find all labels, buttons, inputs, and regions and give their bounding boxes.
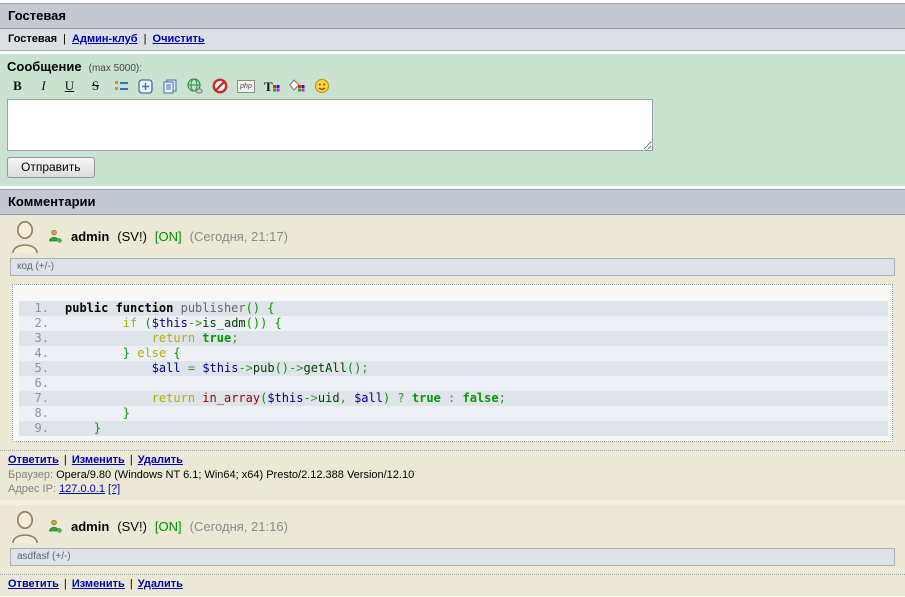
line-number: 9.: [19, 421, 49, 436]
code-line: 6.: [19, 376, 888, 391]
browser-info-row: Браузер: Opera/9.80 (Windows NT 6.1; Win…: [0, 468, 905, 482]
browser-value: Opera/9.80 (Windows NT 6.1; Win64; x64) …: [56, 469, 414, 481]
italic-icon[interactable]: I: [35, 78, 52, 94]
edit-link[interactable]: Изменить: [72, 578, 125, 590]
svg-text:T: T: [264, 79, 273, 94]
code-lines: 1.public function publisher() {2. if ($t…: [19, 301, 888, 436]
reply-link[interactable]: Ответить: [8, 578, 59, 590]
php-icon-label: php: [237, 81, 255, 92]
message-max-hint: (max 5000):: [89, 63, 142, 74]
line-number: 4.: [19, 346, 49, 361]
nav-separator: |: [60, 33, 69, 45]
comment-timestamp: (Сегодня, 21:17): [190, 229, 288, 244]
comment-header: admin (SV!) [ON] (Сегодня, 21:17): [0, 215, 905, 257]
line-number: 5.: [19, 361, 49, 376]
page-title: Гостевая: [0, 3, 905, 29]
code-line: 9. }: [19, 421, 888, 436]
actions-separator: |: [62, 578, 69, 590]
code-line: 5. $all = $this->pub()->getAll();: [19, 361, 888, 376]
send-button[interactable]: Отправить: [7, 157, 95, 178]
delete-link[interactable]: Удалить: [138, 578, 183, 590]
code-line: 1.public function publisher() {: [19, 301, 888, 316]
message-form: Сообщение (max 5000): B I U S: [0, 54, 905, 186]
bold-icon[interactable]: B: [9, 78, 26, 94]
nav-item-guestbook-current: Гостевая: [8, 33, 57, 45]
code-line: 8. }: [19, 406, 888, 421]
line-number: 2.: [19, 316, 49, 331]
reply-link[interactable]: Ответить: [8, 454, 59, 466]
nav-link-clear[interactable]: Очистить: [153, 33, 205, 45]
code-block: 1.public function publisher() {2. if ($t…: [12, 284, 893, 442]
list-icon[interactable]: [113, 79, 129, 93]
underline-icon[interactable]: U: [61, 78, 78, 94]
comment-author: admin: [71, 229, 109, 244]
line-number: 6.: [19, 376, 49, 391]
nav-separator: |: [141, 33, 150, 45]
block-icon[interactable]: [212, 78, 228, 94]
font-color-icon[interactable]: T: [264, 79, 280, 94]
browser-label: Браузер:: [8, 469, 53, 481]
comment-actions: Ответить | Изменить | Удалить: [0, 451, 905, 468]
comment-item: admin (SV!) [ON] (Сегодня, 21:16) asdfas…: [0, 505, 905, 596]
actions-separator: |: [62, 454, 69, 466]
line-number: 3.: [19, 331, 49, 346]
line-number: 8.: [19, 406, 49, 421]
ip-info-row: Адрес IP: 127.0.0.1 [?]: [0, 482, 905, 496]
strikethrough-icon[interactable]: S: [87, 78, 104, 94]
code-line: 7. return in_array($this->uid, $all) ? t…: [19, 391, 888, 406]
code-spoiler-toggle[interactable]: код (+/-): [10, 258, 895, 276]
comment-timestamp: (Сегодня, 21:16): [190, 519, 288, 534]
code-line: 3. return true;: [19, 331, 888, 346]
message-label-row: Сообщение (max 5000):: [7, 59, 898, 74]
comment-author-suffix: (SV!): [117, 519, 147, 534]
line-number: 1.: [19, 301, 49, 316]
online-status-badge: [ON]: [155, 519, 182, 534]
link-globe-icon[interactable]: [187, 78, 203, 94]
nav-link-admin-club[interactable]: Админ-клуб: [72, 33, 138, 45]
avatar: [10, 220, 40, 254]
comment-actions: Ответить | Изменить | Удалить: [0, 575, 905, 592]
message-spoiler-toggle[interactable]: asdfasf (+/-): [10, 548, 895, 566]
ip-help-link[interactable]: [?]: [108, 483, 120, 495]
user-status-icon: [48, 229, 63, 244]
comment-author: admin: [71, 519, 109, 534]
code-line: 2. if ($this->is_adm()) {: [19, 316, 888, 331]
message-input[interactable]: [7, 99, 653, 151]
breadcrumb-nav: Гостевая | Админ-клуб | Очистить: [0, 29, 905, 51]
avatar: [10, 510, 40, 544]
edit-link[interactable]: Изменить: [72, 454, 125, 466]
comment-author-suffix: (SV!): [117, 229, 147, 244]
fill-color-icon[interactable]: [289, 79, 305, 94]
expand-icon[interactable]: [138, 79, 153, 94]
message-label: Сообщение: [7, 59, 82, 74]
actions-separator: |: [128, 578, 135, 590]
ip-address-link[interactable]: 127.0.0.1: [59, 483, 105, 495]
actions-separator: |: [128, 454, 135, 466]
ip-label: Адрес IP:: [8, 483, 56, 495]
php-code-icon[interactable]: php: [237, 80, 255, 93]
code-line: 4. } else {: [19, 346, 888, 361]
comments-section-title: Комментарии: [0, 189, 905, 215]
line-number: 7.: [19, 391, 49, 406]
online-status-badge: [ON]: [155, 229, 182, 244]
delete-link[interactable]: Удалить: [138, 454, 183, 466]
format-toolbar: B I U S: [7, 76, 898, 99]
comment-header: admin (SV!) [ON] (Сегодня, 21:16): [0, 505, 905, 547]
smiley-icon[interactable]: [314, 78, 330, 94]
user-status-icon: [48, 519, 63, 534]
copy-icon[interactable]: [162, 79, 178, 94]
comment-item: admin (SV!) [ON] (Сегодня, 21:17) код (+…: [0, 215, 905, 500]
